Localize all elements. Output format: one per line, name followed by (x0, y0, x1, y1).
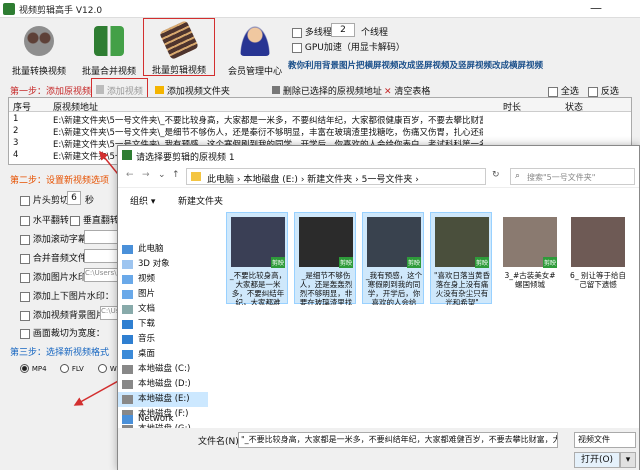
nav-item[interactable]: 图片 (118, 287, 208, 302)
nav-item[interactable]: 3D 对象 (118, 257, 208, 272)
filename-input[interactable]: "_不要比较身高，大家都是一米多，不要纠结年纪，大家都难健百岁，不要去攀比财富，… (238, 432, 558, 448)
chevron-down-icon[interactable]: ⌄ (158, 170, 166, 180)
filename-label: 文件名(N): (198, 437, 242, 447)
forward-icon[interactable]: → (142, 170, 150, 180)
file-list[interactable]: 剪映 _不要比较身高，大家都是一米多，不要纠结年纪，大家都难 剪映 _是细节不够… (224, 212, 639, 422)
file-name: "喜欢日落当黄昏落在身上没有痛火没有杂尘只有光和希望" (434, 271, 490, 305)
jianying-badge: 剪映 (271, 257, 286, 268)
file-item[interactable]: 剪映 _我有预感，这个寒假刷到我的同学，开学后，你喜欢的人会给 (362, 212, 424, 305)
nav-pane[interactable]: 此电脑 3D 对象 视频 图片 文档 下载 音乐 桌面 本地磁盘 (C:) 本地… (118, 242, 208, 432)
jianying-badge: 剪映 (407, 257, 422, 268)
file-item[interactable]: 6_ 别让等于给自己留下遗憾 (566, 212, 628, 304)
desktop-folder-icon (122, 350, 133, 359)
computer-icon (122, 245, 133, 254)
breadcrumb[interactable]: 此电脑 › 本地磁盘 (E:) › 新建文件夹 › 5一号文件夹 › (186, 168, 486, 185)
refresh-icon[interactable]: ↻ (492, 170, 500, 180)
file-name: 6_ 别让等于给自己留下遗憾 (570, 271, 626, 289)
music-folder-icon (122, 335, 133, 344)
crumb-subfolder[interactable]: 5一号文件夹 (362, 175, 413, 185)
new-folder-button[interactable]: 新建文件夹 (178, 194, 223, 207)
organize-button[interactable]: 组织 ▾ (130, 194, 155, 207)
dialog-logo-icon (122, 150, 132, 160)
dialog-footer: 文件名(N): "_不要比较身高，大家都是一米多，不要纠结年纪，大家都难健百岁，… (118, 428, 639, 470)
drive-icon (122, 380, 133, 389)
file-name: _我有预感，这个寒假刷到我的同学，开学后，你喜欢的人会给 (365, 271, 423, 305)
cube-icon (122, 260, 133, 269)
video-folder-icon (122, 275, 133, 284)
jianying-badge: 剪映 (543, 257, 558, 268)
jianying-badge: 剪映 (475, 257, 490, 268)
file-name: _是细节不够伤人，还是轰轰烈烈不够明显，非要在玻璃渣里找糖 (299, 271, 353, 305)
crumb-pc[interactable]: 此电脑 (207, 175, 234, 185)
dialog-title: 请选择要剪辑的原视频 1 (136, 153, 235, 163)
network-icon (122, 415, 133, 424)
address-row: ← → ⌄ ↑ 此电脑 › 本地磁盘 (E:) › 新建文件夹 › 5一号文件夹… (118, 166, 639, 188)
file-item[interactable]: 剪映 3_#古装美女#螺国倾城 (498, 212, 560, 304)
file-name: _不要比较身高，大家都是一米多，不要纠结年纪，大家都难 (229, 271, 287, 305)
nav-item[interactable]: 本地磁盘 (D:) (118, 377, 208, 392)
jianying-badge: 剪映 (339, 257, 354, 268)
crumb-folder[interactable]: 新建文件夹 (307, 175, 352, 185)
nav-network[interactable]: Network (118, 412, 208, 427)
nav-item[interactable]: 此电脑 (118, 242, 208, 257)
open-button[interactable]: 打开(O) (574, 452, 620, 468)
nav-item[interactable]: 桌面 (118, 347, 208, 362)
search-input[interactable]: ⌕ 搜索"5一号文件夹" (510, 168, 635, 185)
pictures-folder-icon (122, 290, 133, 299)
up-icon[interactable]: ↑ (172, 170, 180, 180)
download-folder-icon (122, 320, 133, 329)
documents-folder-icon (122, 305, 133, 314)
command-bar: 组织 ▾ 新建文件夹 (118, 190, 639, 208)
nav-item[interactable]: 文档 (118, 302, 208, 317)
file-dialog: 请选择要剪辑的原视频 1 ← → ⌄ ↑ 此电脑 › 本地磁盘 (E:) › 新… (117, 145, 640, 470)
nav-item[interactable]: 视频 (118, 272, 208, 287)
open-dropdown-button[interactable]: ▾ (620, 452, 636, 468)
nav-item[interactable]: 本地磁盘 (E:) (118, 392, 208, 407)
crumb-drive[interactable]: 本地磁盘 (E:) (243, 175, 298, 185)
nav-item[interactable]: 下载 (118, 317, 208, 332)
nav-item[interactable]: 本地磁盘 (C:) (118, 362, 208, 377)
drive-icon (122, 395, 133, 404)
file-item[interactable]: 剪映 _是细节不够伤人，还是轰轰烈烈不够明显，非要在玻璃渣里找糖 (294, 212, 356, 305)
filetype-select[interactable]: 视频文件 (574, 432, 636, 448)
dialog-titlebar: 请选择要剪辑的原视频 1 (118, 146, 639, 164)
nav-item[interactable]: 音乐 (118, 332, 208, 347)
video-thumbnail (571, 217, 625, 267)
file-item[interactable]: 剪映 _不要比较身高，大家都是一米多，不要纠结年纪，大家都难 (226, 212, 288, 305)
folder-icon (191, 172, 201, 181)
file-item[interactable]: 剪映 "喜欢日落当黄昏落在身上没有痛火没有杂尘只有光和希望" (430, 212, 492, 305)
file-name: 3_#古装美女#螺国倾城 (504, 271, 556, 289)
back-icon[interactable]: ← (126, 170, 134, 180)
drive-icon (122, 365, 133, 374)
search-icon: ⌕ (515, 171, 521, 181)
